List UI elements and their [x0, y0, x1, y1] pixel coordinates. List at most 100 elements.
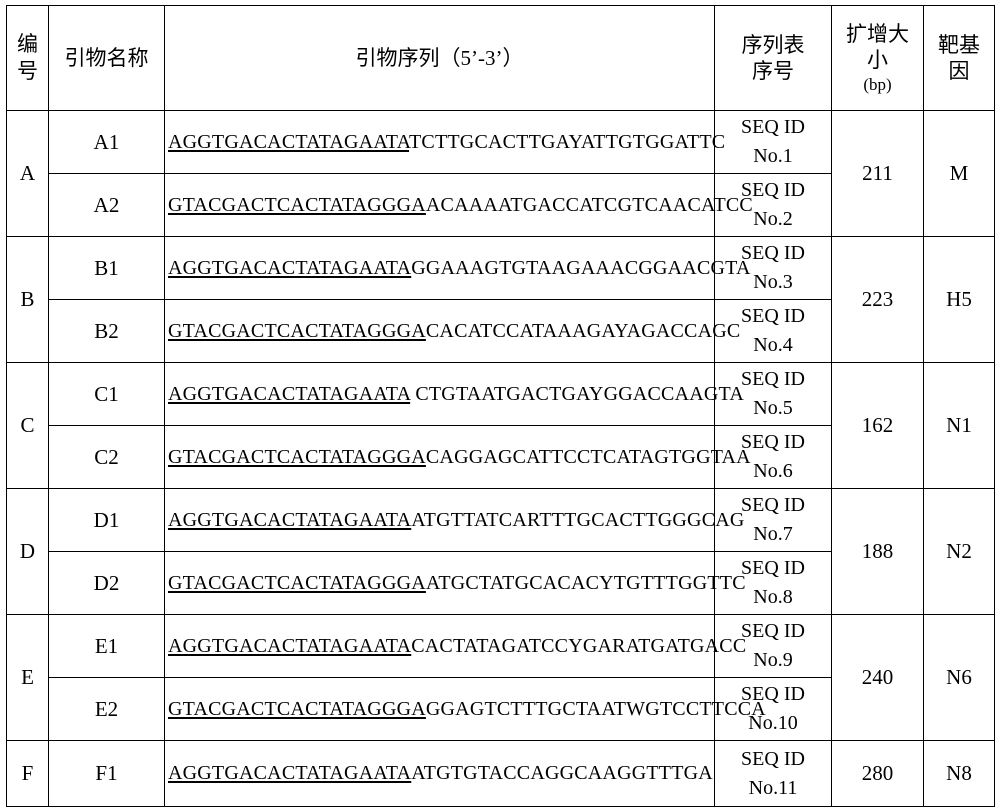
sequence-body: TCTTGCACTTGAYATTGTGGATTC — [409, 130, 726, 153]
cell-primer-sequence: AGGTGACACTATAGAATATCTTGCACTTGAYATTGTGGAT… — [164, 110, 725, 174]
sequence-tag: AGGTGACACTATAGAATA — [168, 762, 412, 784]
cell-group-id: D — [6, 488, 49, 615]
cell-amplicon-size: 280 — [831, 740, 924, 807]
cell-group-id: A — [6, 110, 49, 237]
sequence-body: CACTATAGATCCYGARATGATGACC — [411, 634, 747, 657]
cell-primer-name: A2 — [48, 173, 165, 237]
cell-target-gene: M — [923, 110, 995, 237]
cell-primer-sequence: GTACGACTCACTATAGGGAACAAAATGACCATCGTCAACA… — [164, 173, 753, 237]
table-row: F F1 AGGTGACACTATAGAATAATGTGTACCAGGCAAGGTT… — [6, 740, 995, 807]
sequence-tag: GTACGACTCACTATAGGGA — [168, 445, 426, 468]
sequence-tag: AGGTGACACTATAGAATA — [168, 508, 412, 531]
cell-primer-name: B1 — [48, 236, 165, 300]
cell-group-id: F — [6, 740, 49, 807]
sequence-body: CACATCCATAAAGAYAGACCAGC — [425, 319, 741, 342]
cell-primer-name: C1 — [48, 362, 165, 426]
header-label-target-gene: 靶基 因 — [927, 32, 991, 85]
header-label-seq-listing: 序列表 序号 — [718, 32, 828, 85]
header-label-amplicon-size: 扩增大 小 (bp) — [835, 21, 920, 95]
sequence-tag: AGGTGACACTATAGAATA — [168, 130, 410, 153]
sequence-body: ATGTTATCARTTTGCACTTGGGCAG — [411, 508, 745, 531]
sequence-body: CTGTAATGACTGAYGGACCAAGTA — [410, 382, 744, 405]
header-id-char: 号 — [17, 59, 38, 83]
sequence-body: ATGTGTACCAGGCAAGGTTTGA — [411, 762, 713, 784]
sequence-tag: GTACGACTCACTATAGGGA — [168, 697, 426, 720]
seq-id-line2: No.11 — [748, 776, 798, 799]
header-cell-id: 编号 — [6, 5, 49, 111]
header-amplicon-line2: 小 — [867, 48, 888, 73]
cell-group-id: C — [6, 362, 49, 489]
table-row: D D1 AGGTGACACTATAGAATAATGTTATCARTTTGCACTT… — [6, 488, 995, 615]
header-cell-primer-name: 引物名称 — [48, 5, 165, 111]
header-label-primer-name: 引物名称 — [64, 45, 149, 70]
table-row: B B1 AGGTGACACTATAGAATAGGAAAGTGTAAGAAACGGA… — [6, 236, 995, 363]
cell-amplicon-size: 188 — [831, 488, 924, 615]
table-row: C C1 AGGTGACACTATAGAATA CTGTAATGACTGAYGGAC… — [6, 362, 995, 489]
cell-primer-name: D2 — [48, 551, 165, 615]
cell-amplicon-size: 240 — [831, 614, 924, 741]
cell-primer-name: C2 — [48, 425, 165, 489]
sequence-body: ACAAAATGACCATCGTCAACATCC — [425, 193, 753, 216]
cell-primer-sequence: GTACGACTCACTATAGGGACACATCCATAAAGAYAGACCA… — [164, 299, 740, 363]
cell-target-gene: N8 — [923, 740, 995, 807]
sequence-body: ATGCTATGCACACYTGTTTGGTTC — [425, 571, 746, 594]
header-amplicon-line3: (bp) — [863, 74, 892, 94]
cell-primer-sequence: GTACGACTCACTATAGGGAATGCTATGCACACYTGTTTGG… — [164, 551, 746, 615]
table-header: 编号 引物名称 引物序列（5’-3’） 序列表 序号 扩增大 小 (bp) 靶基… — [6, 5, 995, 111]
cell-primer-name: D1 — [48, 488, 165, 552]
cell-primer-sequence: AGGTGACACTATAGAATA CTGTAATGACTGAYGGACCAA… — [164, 362, 744, 426]
sequence-body: CAGGAGCATTCCTCATAGTGGTAA — [425, 445, 751, 468]
table-row: A A1 AGGTGACACTATAGAATATCTTGCACTTGAYATTGTG… — [6, 110, 995, 237]
cell-primer-sequence: AGGTGACACTATAGAATAATGTGTACCAGGCAAGGTTTGA — [164, 740, 715, 807]
cell-amplicon-size: 223 — [831, 236, 924, 363]
cell-primer-sequence: AGGTGACACTATAGAATAGGAAAGTGTAAGAAACGGAACG… — [164, 236, 750, 300]
header-cell-seq-listing: 序列表 序号 — [714, 5, 832, 111]
header-amplicon-line1: 扩增大 — [846, 21, 909, 46]
document-page: 编号 引物名称 引物序列（5’-3’） 序列表 序号 扩增大 小 (bp) 靶基… — [0, 0, 1000, 807]
cell-target-gene: N6 — [923, 614, 995, 741]
table-body: A A1 AGGTGACACTATAGAATATCTTGCACTTGAYATTGTG… — [6, 110, 995, 807]
cell-amplicon-size: 211 — [831, 110, 924, 237]
cell-primer-sequence: AGGTGACACTATAGAATACACTATAGATCCYGARATGATG… — [164, 614, 746, 678]
header-seq-listing-line2: 序号 — [752, 59, 794, 83]
seq-id-line1: SEQ ID — [741, 116, 805, 138]
cell-seq-id: SEQ ID No.11 — [714, 740, 832, 807]
cell-group-id: E — [6, 614, 49, 741]
header-label-id: 编号 — [10, 31, 45, 86]
sequence-tag: GTACGACTCACTATAGGGA — [168, 571, 426, 594]
cell-primer-name: B2 — [48, 299, 165, 363]
sequence-body: GGAGTCTTTGCTAATWGTCCTTCCA — [425, 697, 766, 720]
cell-primer-name: E2 — [48, 677, 165, 741]
header-cell-amplicon-size: 扩增大 小 (bp) — [831, 5, 924, 111]
cell-target-gene: N2 — [923, 488, 995, 615]
header-label-primer-sequence: 引物序列（5’-3’） — [355, 45, 524, 70]
header-cell-primer-sequence: 引物序列（5’-3’） — [164, 5, 715, 111]
table-row: E E1 AGGTGACACTATAGAATACACTATAGATCCYGARATG… — [6, 614, 995, 741]
sequence-tag: GTACGACTCACTATAGGGA — [168, 319, 426, 342]
seq-id-line1: SEQ ID — [741, 747, 805, 770]
sequence-tag: AGGTGACACTATAGAATA — [168, 382, 411, 405]
cell-primer-sequence: GTACGACTCACTATAGGGAGGAGTCTTTGCTAATWGTCCT… — [164, 677, 766, 741]
cell-primer-name: F1 — [48, 740, 165, 807]
cell-amplicon-size: 162 — [831, 362, 924, 489]
header-target-gene-line1: 靶基 — [938, 32, 980, 57]
cell-primer-sequence: AGGTGACACTATAGAATAATGTTATCARTTTGCACTTGGG… — [164, 488, 744, 552]
header-id-char: 编 — [17, 31, 38, 56]
header-target-gene-line2: 因 — [948, 59, 970, 83]
cell-primer-name: E1 — [48, 614, 165, 678]
cell-target-gene: N1 — [923, 362, 995, 489]
sequence-tag: GTACGACTCACTATAGGGA — [168, 193, 426, 216]
header-cell-target-gene: 靶基 因 — [923, 5, 995, 111]
sequence-tag: AGGTGACACTATAGAATA — [168, 256, 412, 279]
primer-table: 编号 引物名称 引物序列（5’-3’） 序列表 序号 扩增大 小 (bp) 靶基… — [6, 5, 995, 807]
sequence-body: GGAAAGTGTAAGAAACGGAACGTA — [411, 256, 751, 279]
sequence-tag: AGGTGACACTATAGAATA — [168, 634, 412, 657]
seq-id-line2: No.1 — [753, 145, 793, 167]
cell-seq-id: SEQ ID No.1 — [714, 110, 832, 174]
cell-primer-sequence: GTACGACTCACTATAGGGACAGGAGCATTCCTCATAGTGG… — [164, 425, 751, 489]
cell-primer-name: A1 — [48, 110, 165, 174]
cell-target-gene: H5 — [923, 236, 995, 363]
header-row: 编号 引物名称 引物序列（5’-3’） 序列表 序号 扩增大 小 (bp) 靶基… — [6, 5, 995, 111]
cell-group-id: B — [6, 236, 49, 363]
header-seq-listing-line1: 序列表 — [741, 32, 805, 57]
